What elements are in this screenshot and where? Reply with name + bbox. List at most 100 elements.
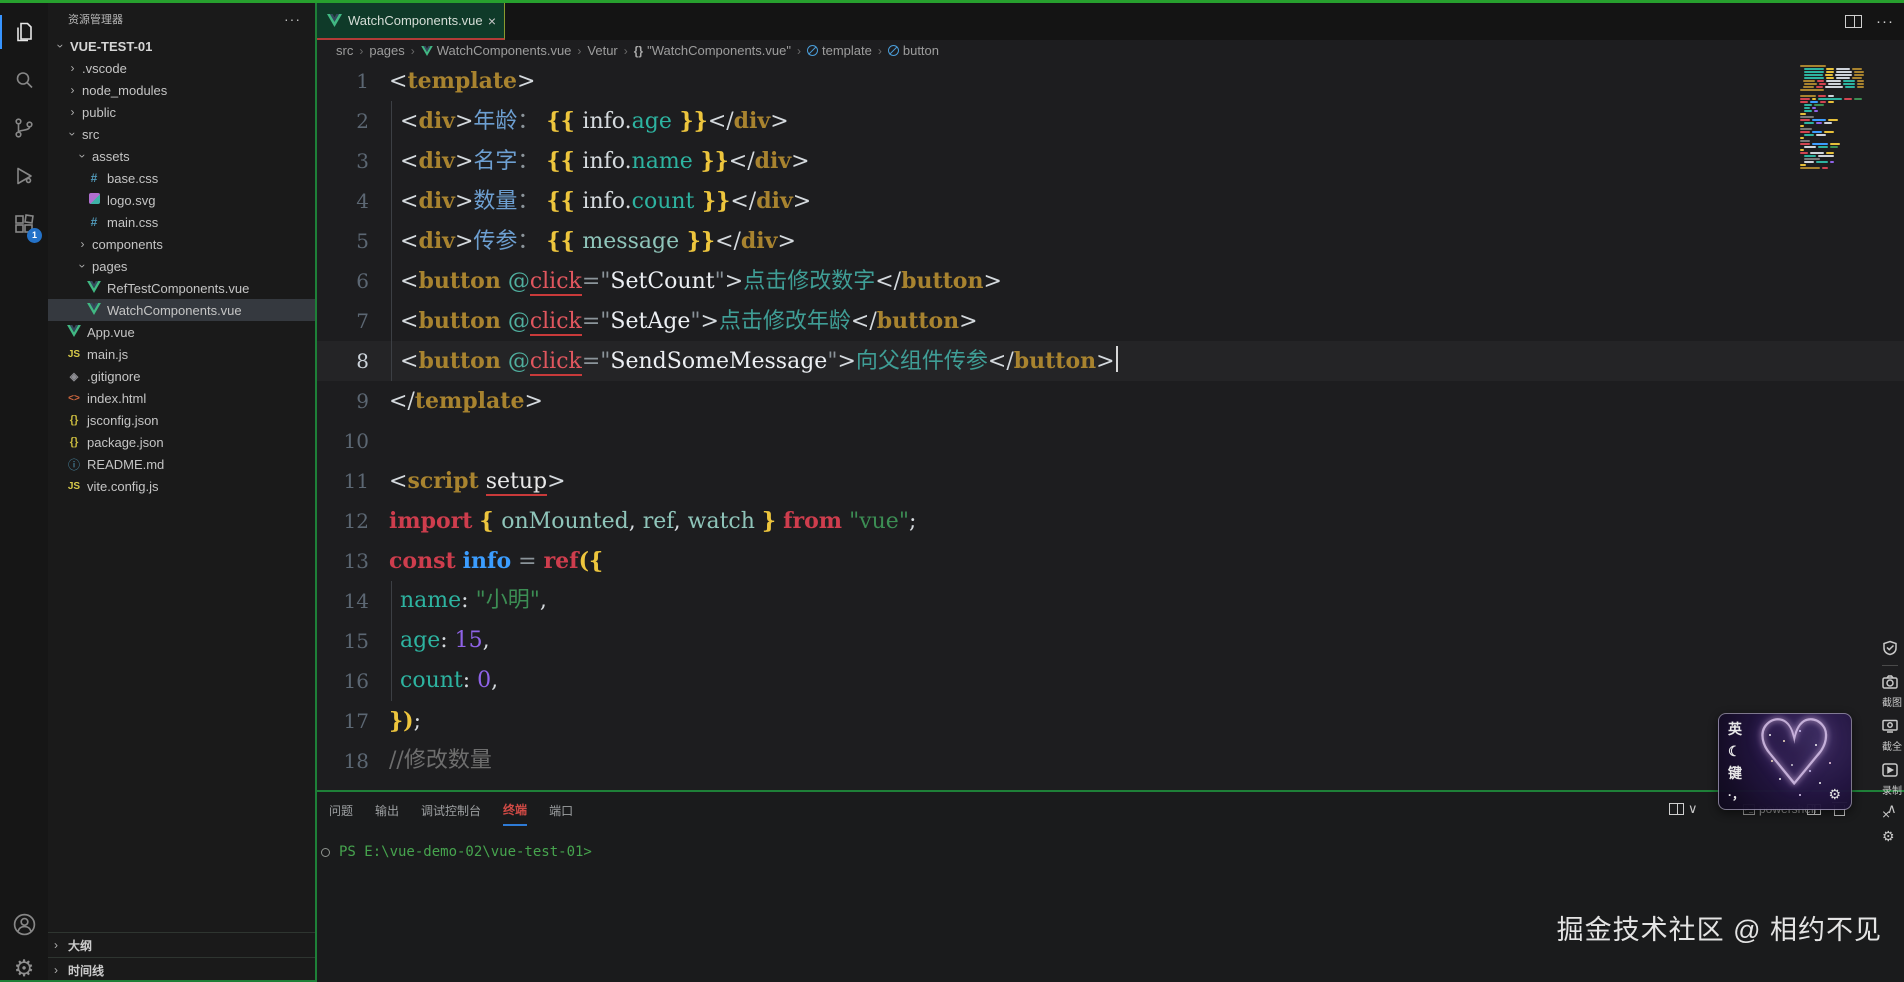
- moon-icon[interactable]: ☾: [1728, 741, 1744, 761]
- panel-tab-终端[interactable]: 终端: [503, 793, 527, 826]
- ime-settings-gear-icon[interactable]: ⚙: [1828, 786, 1841, 803]
- code-line-3[interactable]: 3<div>名字： {{ info.name }}</div>: [317, 141, 1904, 181]
- code-editor[interactable]: 1<template>2<div>年龄： {{ info.age }}</div…: [317, 61, 1904, 790]
- active-indicator: [0, 15, 2, 49]
- breadcrumb-separator: ›: [878, 44, 882, 58]
- tab-watchcomponents[interactable]: WatchComponents.vue ×: [317, 3, 505, 40]
- tree-item-vue-test-01[interactable]: ›VUE-TEST-01: [48, 35, 315, 57]
- breadcrumb-item-vetur[interactable]: Vetur: [587, 43, 617, 58]
- tree-item-public[interactable]: ›public: [48, 101, 315, 123]
- breadcrumb-item-template[interactable]: template: [807, 43, 872, 58]
- settings-gear-icon[interactable]: ⚙: [0, 945, 48, 982]
- code-line-2[interactable]: 2<div>年龄： {{ info.age }}</div>: [317, 101, 1904, 141]
- screenshot-camera-icon[interactable]: [1882, 672, 1904, 692]
- code-line-18[interactable]: 18//修改数量: [317, 741, 1904, 781]
- code-line-17[interactable]: 17});: [317, 701, 1904, 741]
- code-line-14[interactable]: 14name: "小明",: [317, 581, 1904, 621]
- tree-item-vite-config-js[interactable]: JSvite.config.js: [48, 475, 315, 497]
- panel-tab-端口[interactable]: 端口: [549, 794, 573, 825]
- tree-item-vscode[interactable]: ›.vscode: [48, 57, 315, 79]
- code-text: <button @click="SetAge">点击修改年龄</button>: [389, 301, 978, 342]
- code-line-1[interactable]: 1<template>: [317, 61, 1904, 101]
- strip-settings-gear-icon[interactable]: ⚙: [1882, 826, 1904, 846]
- code-line-16[interactable]: 16 count: 0,: [317, 661, 1904, 701]
- code-line-11[interactable]: 11<script setup>: [317, 461, 1904, 501]
- vue-icon: [327, 14, 342, 27]
- account-icon[interactable]: [0, 901, 48, 947]
- outline-section[interactable]: › 大纲: [48, 932, 315, 957]
- code-token: @: [508, 269, 530, 294]
- code-line-9[interactable]: 9</template>: [317, 381, 1904, 421]
- timeline-section[interactable]: › 时间线: [48, 957, 315, 982]
- line-number: 16: [317, 661, 369, 701]
- record-icon[interactable]: [1882, 760, 1904, 780]
- ime-status-overlay[interactable]: ♡ 英 ☾ 键 ·， ⚙: [1718, 713, 1852, 810]
- breadcrumb-item-src[interactable]: src: [336, 43, 353, 58]
- terminal-output[interactable]: PS E:\vue-demo-02\vue-test-01>: [321, 844, 592, 860]
- extensions-icon[interactable]: 1: [0, 201, 48, 247]
- panel-resize-border[interactable]: [317, 790, 1904, 792]
- code-token: </: [875, 269, 901, 294]
- code-token: button: [877, 308, 959, 334]
- tree-item-logo-svg[interactable]: logo.svg: [48, 189, 315, 211]
- code-line-4[interactable]: 4<div>数量： {{ info.count }}</div>: [317, 181, 1904, 221]
- code-text: count: 0,: [389, 661, 498, 701]
- explorer-icon[interactable]: [0, 9, 48, 55]
- ime-indicators: 英 ☾ 键 ·，: [1728, 719, 1744, 805]
- tree-item-assets[interactable]: ›assets: [48, 145, 315, 167]
- split-editor-icon[interactable]: [1845, 15, 1862, 28]
- ime-punct-indicator[interactable]: ·，: [1728, 785, 1744, 805]
- code-line-10[interactable]: 10: [317, 421, 1904, 461]
- breadcrumb-item-watchcomponents-vue[interactable]: {}"WatchComponents.vue": [634, 43, 791, 58]
- tree-item-gitignore[interactable]: ◈.gitignore: [48, 365, 315, 387]
- code-line-13[interactable]: 13const info = ref({: [317, 541, 1904, 581]
- strip-close-icon[interactable]: ×: [1882, 804, 1904, 824]
- chevron-collapsed-icon: ›: [76, 237, 89, 251]
- tree-item-main-js[interactable]: JSmain.js: [48, 343, 315, 365]
- search-icon[interactable]: [0, 57, 48, 103]
- code-line-8[interactable]: 8<button @click="SendSomeMessage">向父组件传参…: [317, 341, 1904, 381]
- chevron-collapsed-icon: ›: [54, 938, 68, 952]
- code-line-12[interactable]: 12import { onMounted, ref, watch } from …: [317, 501, 1904, 541]
- tree-item-node-modules[interactable]: ›node_modules: [48, 79, 315, 101]
- ime-lang-indicator[interactable]: 英: [1728, 719, 1744, 739]
- sidebar-editor-divider[interactable]: [315, 3, 317, 982]
- tree-item-reftestcomponents-vue[interactable]: RefTestComponents.vue: [48, 277, 315, 299]
- line-number: 14: [317, 581, 369, 621]
- code-token: div: [418, 108, 455, 134]
- shield-icon[interactable]: [1882, 638, 1904, 658]
- panel-tab-输出[interactable]: 输出: [375, 794, 399, 825]
- source-control-icon[interactable]: [0, 105, 48, 151]
- tree-item-app-vue[interactable]: App.vue: [48, 321, 315, 343]
- code-line-19[interactable]: 19const SetCount = () => {: [317, 781, 1904, 790]
- sidebar-more-icon[interactable]: ···: [284, 11, 301, 27]
- code-token: .: [625, 109, 632, 134]
- tree-item-jsconfig-json[interactable]: {}jsconfig.json: [48, 409, 315, 431]
- run-debug-icon[interactable]: [0, 153, 48, 199]
- tree-item-base-css[interactable]: #base.css: [48, 167, 315, 189]
- code-line-5[interactable]: 5<div>传参： {{ message }}</div>: [317, 221, 1904, 261]
- tab-close-icon[interactable]: ×: [488, 13, 496, 29]
- tree-item-src[interactable]: ›src: [48, 123, 315, 145]
- code-token: <: [400, 189, 418, 214]
- code-line-15[interactable]: 15age: 15,: [317, 621, 1904, 661]
- tree-item-index-html[interactable]: <>index.html: [48, 387, 315, 409]
- panel-tab-调试控制台[interactable]: 调试控制台: [421, 794, 481, 825]
- tree-item-pages[interactable]: ›pages: [48, 255, 315, 277]
- code-line-6[interactable]: 6<button @click="SetCount">点击修改数字</butto…: [317, 261, 1904, 301]
- code-line-7[interactable]: 7<button @click="SetAge">点击修改年龄</button>: [317, 301, 1904, 341]
- tree-item-main-css[interactable]: #main.css: [48, 211, 315, 233]
- tree-item-components[interactable]: ›components: [48, 233, 315, 255]
- terminal-views-icon[interactable]: ∨: [1669, 801, 1698, 817]
- tree-item-watchcomponents-vue[interactable]: WatchComponents.vue: [48, 299, 315, 321]
- breadcrumb-item-pages[interactable]: pages: [369, 43, 404, 58]
- breadcrumb-item-watchcomponents-vue[interactable]: WatchComponents.vue: [421, 43, 572, 58]
- tree-item-readme-md[interactable]: ⓘREADME.md: [48, 453, 315, 475]
- tree-item-package-json[interactable]: {}package.json: [48, 431, 315, 453]
- editor-more-icon[interactable]: ···: [1876, 13, 1894, 30]
- breadcrumb-item-button[interactable]: button: [888, 43, 939, 58]
- panel-tab-问题[interactable]: 问题: [329, 794, 353, 825]
- ime-keyboard-indicator[interactable]: 键: [1728, 763, 1744, 783]
- code-token: button: [901, 268, 983, 294]
- fullscreen-capture-icon[interactable]: [1882, 716, 1904, 736]
